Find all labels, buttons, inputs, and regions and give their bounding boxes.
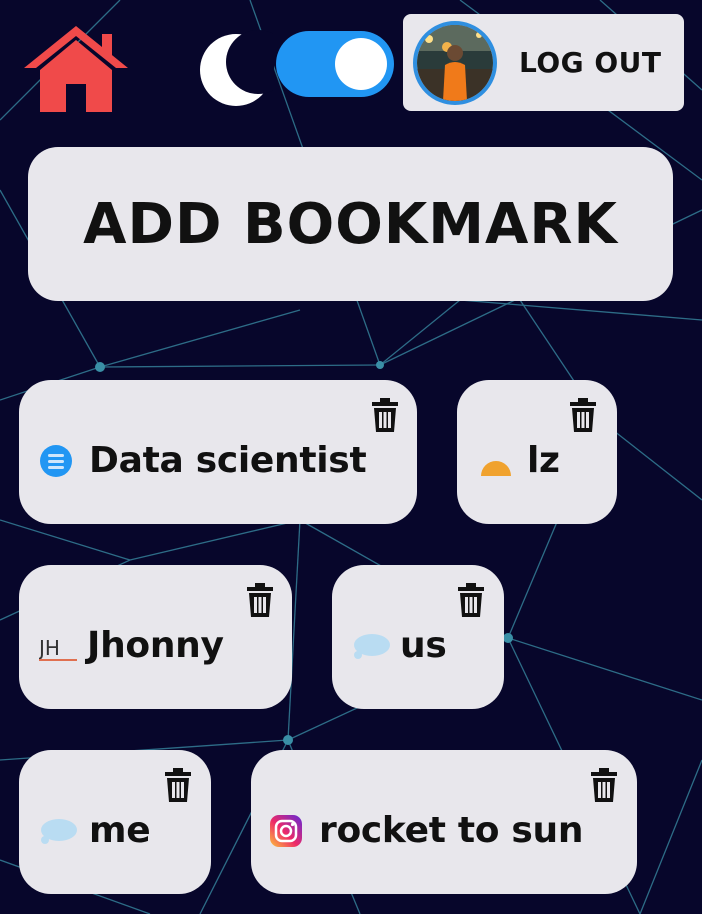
- bookmark-card[interactable]: JH Jhonny: [19, 565, 292, 709]
- half-circle-icon: [481, 461, 511, 476]
- bookmark-label: Jhonny: [87, 625, 224, 666]
- svg-text:JH: JH: [39, 636, 60, 660]
- home-icon[interactable]: [22, 24, 130, 114]
- trash-icon[interactable]: [569, 398, 597, 432]
- add-bookmark-button[interactable]: ADD BOOKMARK: [28, 147, 673, 301]
- avatar: [413, 21, 497, 105]
- bookmark-label: rocket to sun: [319, 810, 584, 851]
- jh-logo-icon: JH: [39, 636, 77, 661]
- logout-button[interactable]: LOG OUT: [403, 14, 684, 111]
- bookmark-label: lz: [527, 440, 560, 481]
- moon-icon: [200, 30, 274, 106]
- bookmark-card[interactable]: lz: [457, 380, 617, 524]
- bookmark-card[interactable]: me: [19, 750, 211, 894]
- instagram-icon: [270, 815, 302, 847]
- trash-icon[interactable]: [457, 583, 485, 617]
- trash-icon[interactable]: [371, 398, 399, 432]
- bookmark-label: me: [89, 810, 151, 851]
- trash-icon[interactable]: [590, 768, 618, 802]
- bookmark-card[interactable]: rocket to sun: [251, 750, 637, 894]
- bookmark-card[interactable]: us: [332, 565, 504, 709]
- trash-icon[interactable]: [246, 583, 274, 617]
- bookmark-card[interactable]: Data scientist: [19, 380, 417, 524]
- trash-icon[interactable]: [164, 768, 192, 802]
- cloud-icon: [41, 819, 77, 844]
- logout-label: LOG OUT: [519, 46, 662, 79]
- theme-toggle[interactable]: [276, 31, 394, 97]
- bookmark-label: us: [400, 625, 447, 666]
- cloud-icon: [354, 634, 390, 659]
- list-icon: [40, 445, 72, 477]
- toggle-knob: [335, 38, 387, 90]
- bookmark-label: Data scientist: [89, 440, 367, 481]
